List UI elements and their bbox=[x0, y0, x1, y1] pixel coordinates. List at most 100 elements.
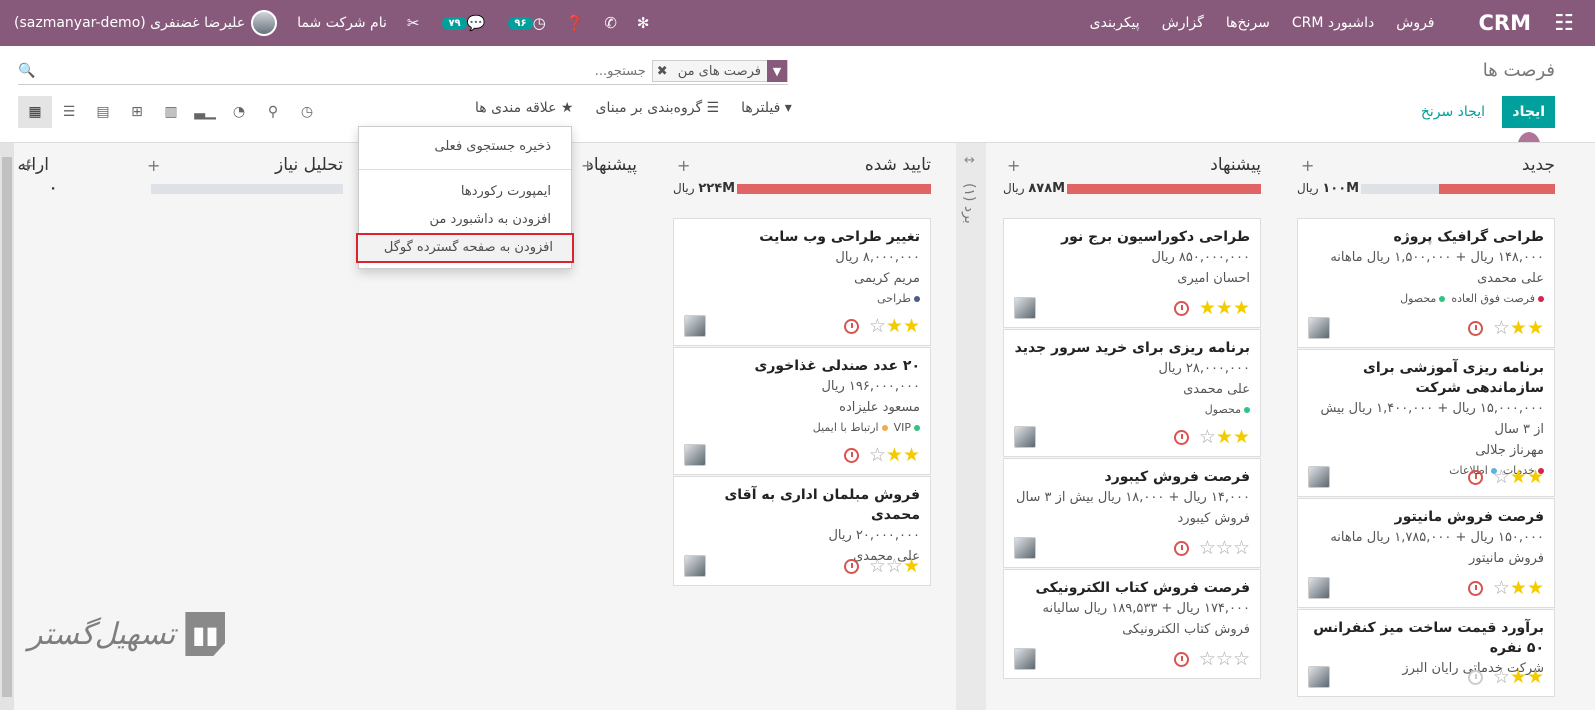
opportunity-card[interactable]: برنامه ریزی آموزشی برای سازماندهی شرکت ۱۵… bbox=[1297, 349, 1555, 497]
activity-clock-icon[interactable] bbox=[843, 558, 859, 574]
messages-menu[interactable]: 💬 ۷۹ bbox=[439, 14, 485, 32]
opportunity-card[interactable]: فرصت فروش کتاب الکترونیکی ۱۷۴,۰۰۰ ریال + … bbox=[1003, 569, 1261, 679]
star-icon[interactable]: ★ bbox=[1510, 577, 1527, 599]
star-icon[interactable]: ★ bbox=[903, 444, 920, 466]
save-current-search[interactable]: ذخیره جستجوی فعلی bbox=[359, 133, 571, 161]
menu-sales[interactable]: فروش bbox=[1396, 15, 1434, 31]
menu-crm-dashboard[interactable]: داشبورد CRM bbox=[1292, 15, 1374, 31]
activity-clock-icon[interactable] bbox=[1173, 651, 1189, 667]
search-icon[interactable]: 🔍 bbox=[18, 63, 35, 79]
star-icon[interactable]: ☆ bbox=[1493, 466, 1510, 488]
dashboard-view-icon[interactable]: ◔ bbox=[222, 96, 256, 128]
star-icon[interactable]: ☆ bbox=[869, 315, 886, 337]
column-progressbar[interactable] bbox=[1361, 184, 1555, 194]
column-quick-add-icon[interactable]: + bbox=[1007, 156, 1020, 175]
column-title[interactable]: تحلیل نیاز bbox=[275, 155, 343, 175]
star-icon[interactable]: ☆ bbox=[1493, 317, 1510, 339]
menu-leads[interactable]: سرنخ‌ها bbox=[1226, 15, 1270, 31]
star-icon[interactable]: ★ bbox=[1510, 466, 1527, 488]
create-button[interactable]: ایجاد bbox=[1502, 96, 1555, 128]
activity-clock-icon[interactable] bbox=[843, 447, 859, 463]
import-records[interactable]: ایمپورت رکوردها bbox=[359, 178, 571, 206]
remove-facet-icon[interactable]: ✖ bbox=[653, 64, 672, 79]
menu-reporting[interactable]: گزارش bbox=[1162, 15, 1204, 31]
star-icon[interactable]: ★ bbox=[1216, 426, 1233, 448]
app-brand[interactable]: CRM bbox=[1479, 11, 1531, 35]
star-icon[interactable]: ☆ bbox=[1199, 426, 1216, 448]
cohort-view-icon[interactable]: ▁▃ bbox=[188, 96, 222, 128]
activity-clock-icon[interactable] bbox=[1173, 540, 1189, 556]
column-title[interactable]: پیشنهاد bbox=[1210, 155, 1261, 175]
favorites-toggle[interactable]: ★ علاقه مندی ها bbox=[475, 100, 574, 116]
star-icon[interactable]: ★ bbox=[1233, 297, 1250, 319]
search-input[interactable] bbox=[555, 63, 646, 79]
activity-clock-icon[interactable] bbox=[1467, 580, 1483, 596]
phone-icon[interactable]: ✆ bbox=[604, 14, 617, 32]
column-quick-add-icon[interactable]: + bbox=[147, 156, 160, 175]
map-view-icon[interactable]: ⚲ bbox=[256, 96, 290, 128]
star-icon[interactable]: ☆ bbox=[1493, 666, 1510, 688]
progressbar-fill[interactable] bbox=[1438, 184, 1555, 194]
star-icon[interactable]: ☆ bbox=[869, 444, 886, 466]
activity-clock-icon[interactable] bbox=[843, 318, 859, 334]
star-icon[interactable]: ★ bbox=[886, 315, 903, 337]
calendar-view-icon[interactable]: ▤ bbox=[86, 96, 120, 128]
opportunity-card[interactable]: فرصت فروش مانیتور ۱۵۰,۰۰۰ ریال + ۱,۷۸۵,۰۰… bbox=[1297, 498, 1555, 608]
activity-clock-icon[interactable] bbox=[1173, 429, 1189, 445]
star-icon[interactable]: ★ bbox=[1233, 426, 1250, 448]
column-title[interactable]: تایید شده bbox=[865, 155, 931, 175]
star-icon[interactable]: ★ bbox=[903, 555, 920, 577]
help-icon[interactable]: ❓ bbox=[566, 14, 585, 32]
star-icon[interactable]: ★ bbox=[886, 444, 903, 466]
tools-icon[interactable]: ✂ bbox=[407, 14, 420, 32]
column-progressbar[interactable] bbox=[1067, 184, 1261, 194]
progressbar-fill[interactable] bbox=[737, 184, 931, 194]
star-icon[interactable]: ★ bbox=[1216, 297, 1233, 319]
star-icon[interactable]: ☆ bbox=[1216, 537, 1233, 559]
star-icon[interactable]: ☆ bbox=[869, 555, 886, 577]
opportunity-card[interactable]: طراحی دکوراسیون برج نور ۸۵۰,۰۰۰,۰۰۰ ریال ا… bbox=[1003, 218, 1261, 328]
apps-menu-icon[interactable]: ☷ bbox=[1547, 11, 1581, 36]
star-icon[interactable]: ★ bbox=[1510, 666, 1527, 688]
horizontal-scrollbar[interactable] bbox=[0, 143, 14, 710]
star-icon[interactable]: ★ bbox=[1527, 466, 1544, 488]
star-icon[interactable]: ★ bbox=[903, 315, 920, 337]
star-icon[interactable]: ☆ bbox=[1233, 537, 1250, 559]
column-progressbar[interactable] bbox=[151, 184, 343, 194]
add-to-google-spreadsheet[interactable]: افزودن به صفحه گسترده گوگل bbox=[356, 233, 574, 263]
create-lead-button[interactable]: ایجاد سرنخ bbox=[1415, 96, 1491, 128]
activity-clock-icon[interactable] bbox=[1467, 469, 1483, 485]
graph-view-icon[interactable]: ▥ bbox=[154, 96, 188, 128]
user-menu[interactable]: علیرضا غضنفری (sazmanyar-demo) bbox=[14, 10, 278, 36]
star-icon[interactable]: ★ bbox=[1527, 577, 1544, 599]
activity-clock-icon[interactable] bbox=[1467, 320, 1483, 336]
folded-column[interactable]: ↔ برد (۱) bbox=[956, 143, 986, 710]
progressbar-fill[interactable] bbox=[1067, 184, 1261, 194]
opportunity-card[interactable]: ۲۰ عدد صندلی غذاخوری ۱۹۶,۰۰۰,۰۰۰ ریال مسعو… bbox=[673, 347, 931, 475]
add-to-dashboard[interactable]: افزودن به داشبورد من bbox=[359, 206, 571, 234]
opportunity-card[interactable]: فروش مبلمان اداری به آقای محمدی ۲۰,۰۰۰,۰۰… bbox=[673, 476, 931, 586]
scrollbar-thumb[interactable] bbox=[2, 157, 12, 697]
list-view-icon[interactable]: ☰ bbox=[52, 96, 86, 128]
star-icon[interactable]: ★ bbox=[1527, 666, 1544, 688]
groupby-toggle[interactable]: ☰ گروه‌بندی بر مبنای bbox=[596, 100, 720, 116]
column-quick-add-icon[interactable]: + bbox=[1301, 156, 1314, 175]
column-progressbar[interactable] bbox=[737, 184, 931, 194]
activity-view-icon[interactable]: ◷ bbox=[290, 96, 324, 128]
star-icon[interactable]: ★ bbox=[1527, 317, 1544, 339]
star-icon[interactable]: ☆ bbox=[1199, 648, 1216, 670]
kanban-view-icon[interactable]: ▦ bbox=[18, 96, 52, 128]
column-quick-add-icon[interactable]: + bbox=[581, 156, 594, 175]
star-icon[interactable]: ☆ bbox=[1233, 648, 1250, 670]
pivot-view-icon[interactable]: ⊞ bbox=[120, 96, 154, 128]
activities-menu[interactable]: ◷ ۹۶ bbox=[505, 14, 546, 32]
activity-clock-icon[interactable] bbox=[1173, 300, 1189, 316]
menu-configuration[interactable]: پیکربندی bbox=[1090, 15, 1140, 31]
company-switcher[interactable]: نام شرکت شما bbox=[297, 15, 387, 31]
star-icon[interactable]: ☆ bbox=[1199, 537, 1216, 559]
column-quick-add-icon[interactable]: + bbox=[21, 156, 34, 175]
opportunity-card[interactable]: برآورد قیمت ساخت میز کنفرانس ۵۰ نفره شرکت… bbox=[1297, 609, 1555, 697]
column-title[interactable]: جدید bbox=[1522, 155, 1555, 175]
activity-clock-icon[interactable] bbox=[1467, 669, 1483, 685]
star-icon[interactable]: ☆ bbox=[886, 555, 903, 577]
